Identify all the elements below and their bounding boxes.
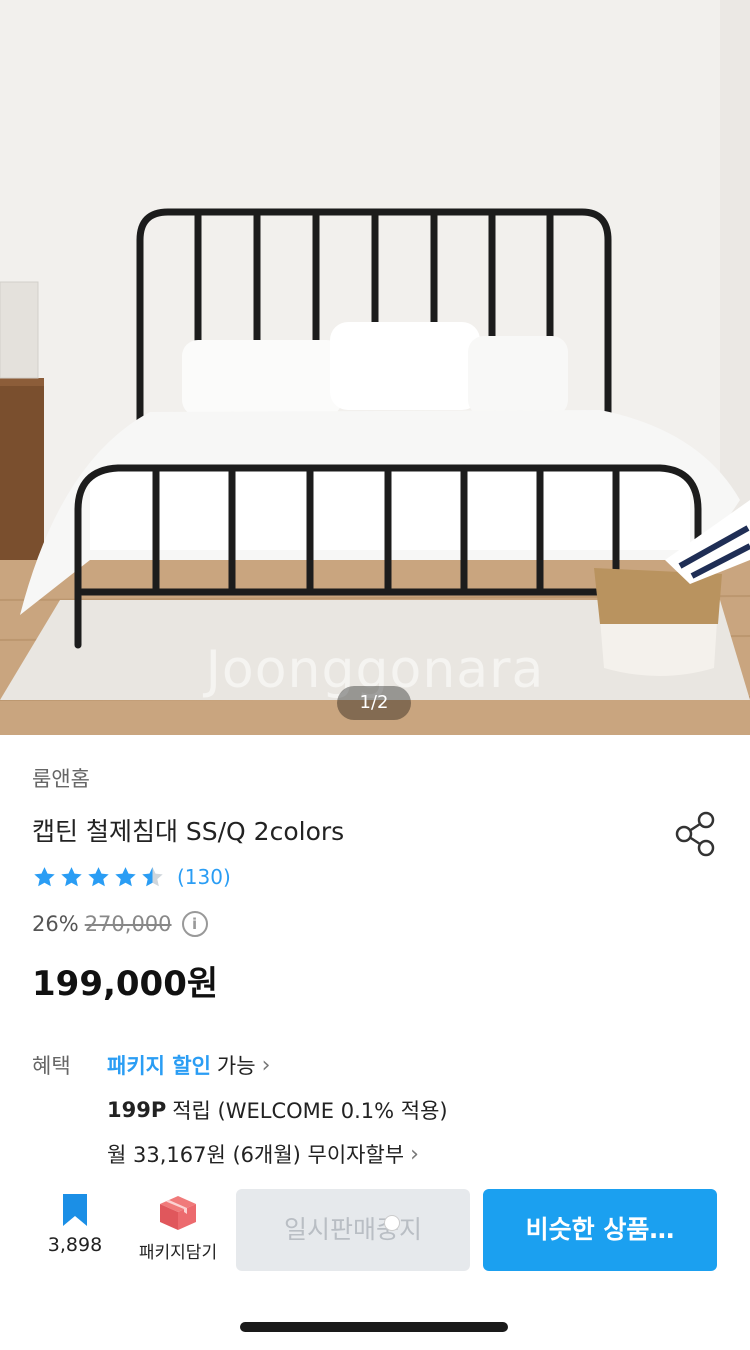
home-indicator[interactable] <box>240 1322 508 1332</box>
discount-rate: 26% <box>32 912 79 936</box>
original-price: 270,000 <box>84 912 172 936</box>
package-discount-text: 가능 <box>216 1054 256 1078</box>
share-icon[interactable] <box>672 808 720 860</box>
info-icon[interactable]: i <box>181 911 208 937</box>
touch-indicator <box>384 1215 400 1231</box>
points-row: 199P 적립 (WELCOME 0.1% 적용) <box>107 1095 448 1125</box>
bookmark-icon <box>63 1194 87 1226</box>
discount-row: 26% 270,000 i <box>32 911 208 937</box>
chevron-right-icon: › <box>261 1052 271 1078</box>
product-image[interactable]: Joonggonara 1/2 <box>0 0 750 735</box>
review-count[interactable]: (130) <box>177 865 231 889</box>
sale-price: 199,000원 <box>32 964 219 1004</box>
points-text: 적립 (WELCOME 0.1% 적용) <box>172 1099 448 1123</box>
rating-row[interactable]: (130) <box>32 862 231 892</box>
product-title: 캡틴 철제침대 SS/Q 2colors <box>32 817 345 846</box>
brand-name[interactable]: 룸앤홈 <box>32 763 90 793</box>
star-icon <box>34 866 55 886</box>
package-discount-link[interactable]: 패키지 할인 <box>107 1050 211 1080</box>
package-discount-row[interactable]: 패키지 할인 가능 › <box>107 1050 270 1080</box>
points-amount: 199P <box>107 1098 167 1122</box>
star-icon <box>88 866 109 886</box>
rating-stars <box>32 865 165 890</box>
star-icon <box>115 866 136 886</box>
benefits-label: 혜택 <box>32 1054 71 1078</box>
package-add-button[interactable]: 패키지담기 <box>128 1192 228 1263</box>
bookmark-button[interactable]: 3,898 <box>40 1192 110 1256</box>
installment-text: 월 33,167원 (6개월) 무이자할부 <box>107 1143 405 1167</box>
sale-paused-button[interactable]: 일시판매중지 <box>236 1189 470 1271</box>
package-add-label: 패키지담기 <box>138 1243 218 1263</box>
star-icon <box>61 866 82 886</box>
package-box-icon <box>160 1196 196 1230</box>
bed-photo <box>0 0 750 735</box>
chevron-right-icon: › <box>410 1141 419 1167</box>
image-pager: 1/2 <box>337 686 411 720</box>
star-half-icon <box>142 866 163 886</box>
bookmark-count: 3,898 <box>47 1234 103 1256</box>
installment-row[interactable]: 월 33,167원 (6개월) 무이자할부 › <box>107 1139 419 1169</box>
similar-products-button[interactable]: 비슷한 상품… <box>483 1189 717 1271</box>
